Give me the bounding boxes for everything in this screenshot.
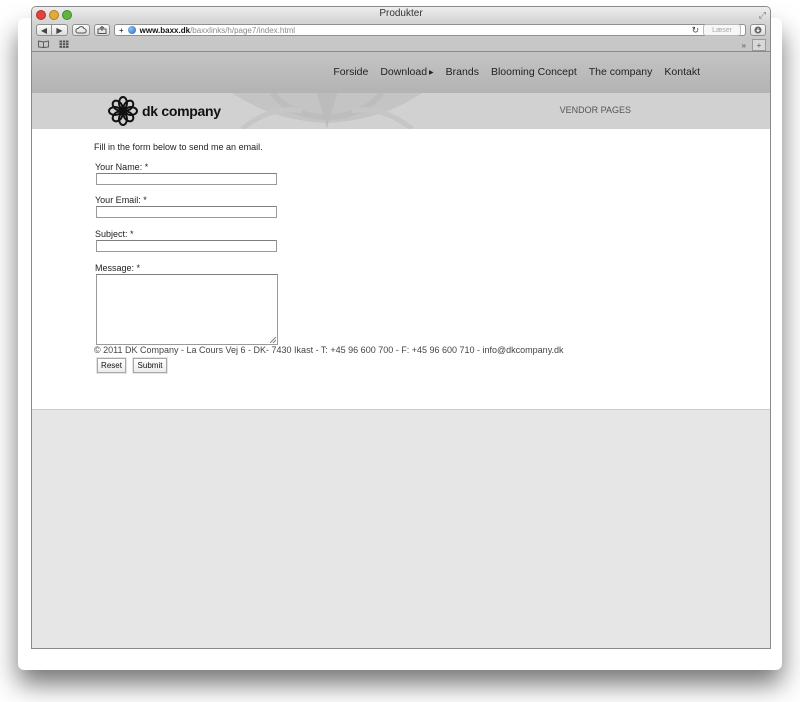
menu-item-the-company[interactable]: The company (589, 66, 653, 78)
form-intro: Fill in the form below to send me an ema… (94, 142, 263, 152)
menu-item-download-label: Download (380, 66, 428, 78)
share-button[interactable] (94, 24, 110, 36)
back-arrow-icon: ◀ (40, 25, 48, 35)
site-top-nav: Forside Download ▶ Brands Blooming Concep… (32, 52, 770, 93)
minimize-window-button[interactable] (49, 10, 59, 20)
downloads-button[interactable] (750, 24, 766, 36)
cloud-icon (75, 26, 87, 34)
new-tab-button[interactable]: + (752, 39, 766, 51)
message-label: Message: * (95, 263, 141, 273)
reload-icon[interactable]: ↻ (692, 25, 700, 36)
menu-item-brands[interactable]: Brands (446, 66, 479, 78)
menu-item-download[interactable]: Download ▶ (380, 66, 433, 78)
name-label: Your Name: * (95, 162, 149, 172)
fullscreen-icon[interactable]: ⤢ (759, 8, 766, 22)
dk-company-flower-icon (108, 96, 138, 126)
bookmarks-bar-right: » + (742, 39, 766, 51)
submit-button[interactable]: Submit (133, 358, 167, 373)
forward-button[interactable]: ▶ (52, 24, 68, 36)
zoom-window-button[interactable] (62, 10, 72, 20)
subject-label: Subject: * (95, 229, 134, 239)
url-path: /baxxlinks/h/page7/index.html (190, 25, 296, 35)
resize-grip-icon[interactable] (270, 337, 276, 343)
logo-text: dk company (142, 103, 221, 119)
forward-arrow-icon: ▶ (56, 25, 63, 35)
back-button[interactable]: ◀ (36, 24, 52, 36)
browser-window: Produkter ⤢ ◀ ▶ + www.baxx.dk/baxxlinks/… (31, 6, 771, 649)
menu-item-forside[interactable]: Forside (333, 66, 368, 78)
title-bar: Produkter ⤢ (32, 7, 770, 21)
menu-item-kontakt[interactable]: Kontakt (664, 66, 700, 78)
floral-decoration (232, 93, 422, 129)
browser-toolbar: ◀ ▶ + www.baxx.dk/baxxlinks/h/page7/inde… (32, 21, 770, 39)
top-sites-icon[interactable] (59, 40, 69, 50)
email-input[interactable] (96, 206, 277, 218)
downloads-icon (754, 26, 762, 34)
message-textarea[interactable] (96, 274, 278, 345)
subject-input[interactable] (96, 240, 277, 252)
web-page: Forside Download ▶ Brands Blooming Concep… (32, 52, 770, 410)
contact-form-area: Fill in the form below to send me an ema… (32, 129, 770, 410)
globe-icon (127, 26, 136, 34)
email-label: Your Email: * (95, 195, 147, 205)
icloud-button[interactable] (72, 24, 90, 36)
window-controls (36, 10, 72, 20)
share-icon (97, 26, 107, 34)
site-footer: © 2011 DK Company - La Cours Vej 6 - DK-… (94, 345, 564, 355)
vendor-pages-link[interactable]: VENDOR PAGES (560, 105, 631, 115)
address-bar[interactable]: + www.baxx.dk/baxxlinks/h/page7/index.ht… (114, 24, 746, 36)
site-header: dk company VENDOR PAGES (32, 93, 770, 129)
menu-item-blooming-concept[interactable]: Blooming Concept (491, 66, 577, 78)
reset-button[interactable]: Reset (97, 358, 126, 373)
site-logo[interactable]: dk company (108, 96, 221, 126)
caret-right-icon: ▶ (429, 70, 434, 76)
window-title: Produkter (379, 8, 423, 19)
add-bookmark-icon[interactable]: + (119, 26, 124, 35)
name-input[interactable] (96, 173, 277, 185)
close-window-button[interactable] (36, 10, 46, 20)
reader-button[interactable]: Læser (703, 24, 741, 36)
bookmarks-bar: » + (32, 39, 770, 52)
reading-list-icon[interactable] (38, 40, 49, 50)
main-menu: Forside Download ▶ Brands Blooming Concep… (333, 66, 700, 78)
nav-buttons: ◀ ▶ (36, 24, 68, 36)
url-domain: www.baxx.dk (139, 25, 191, 35)
bookmarks-overflow-icon[interactable]: » (742, 41, 746, 50)
